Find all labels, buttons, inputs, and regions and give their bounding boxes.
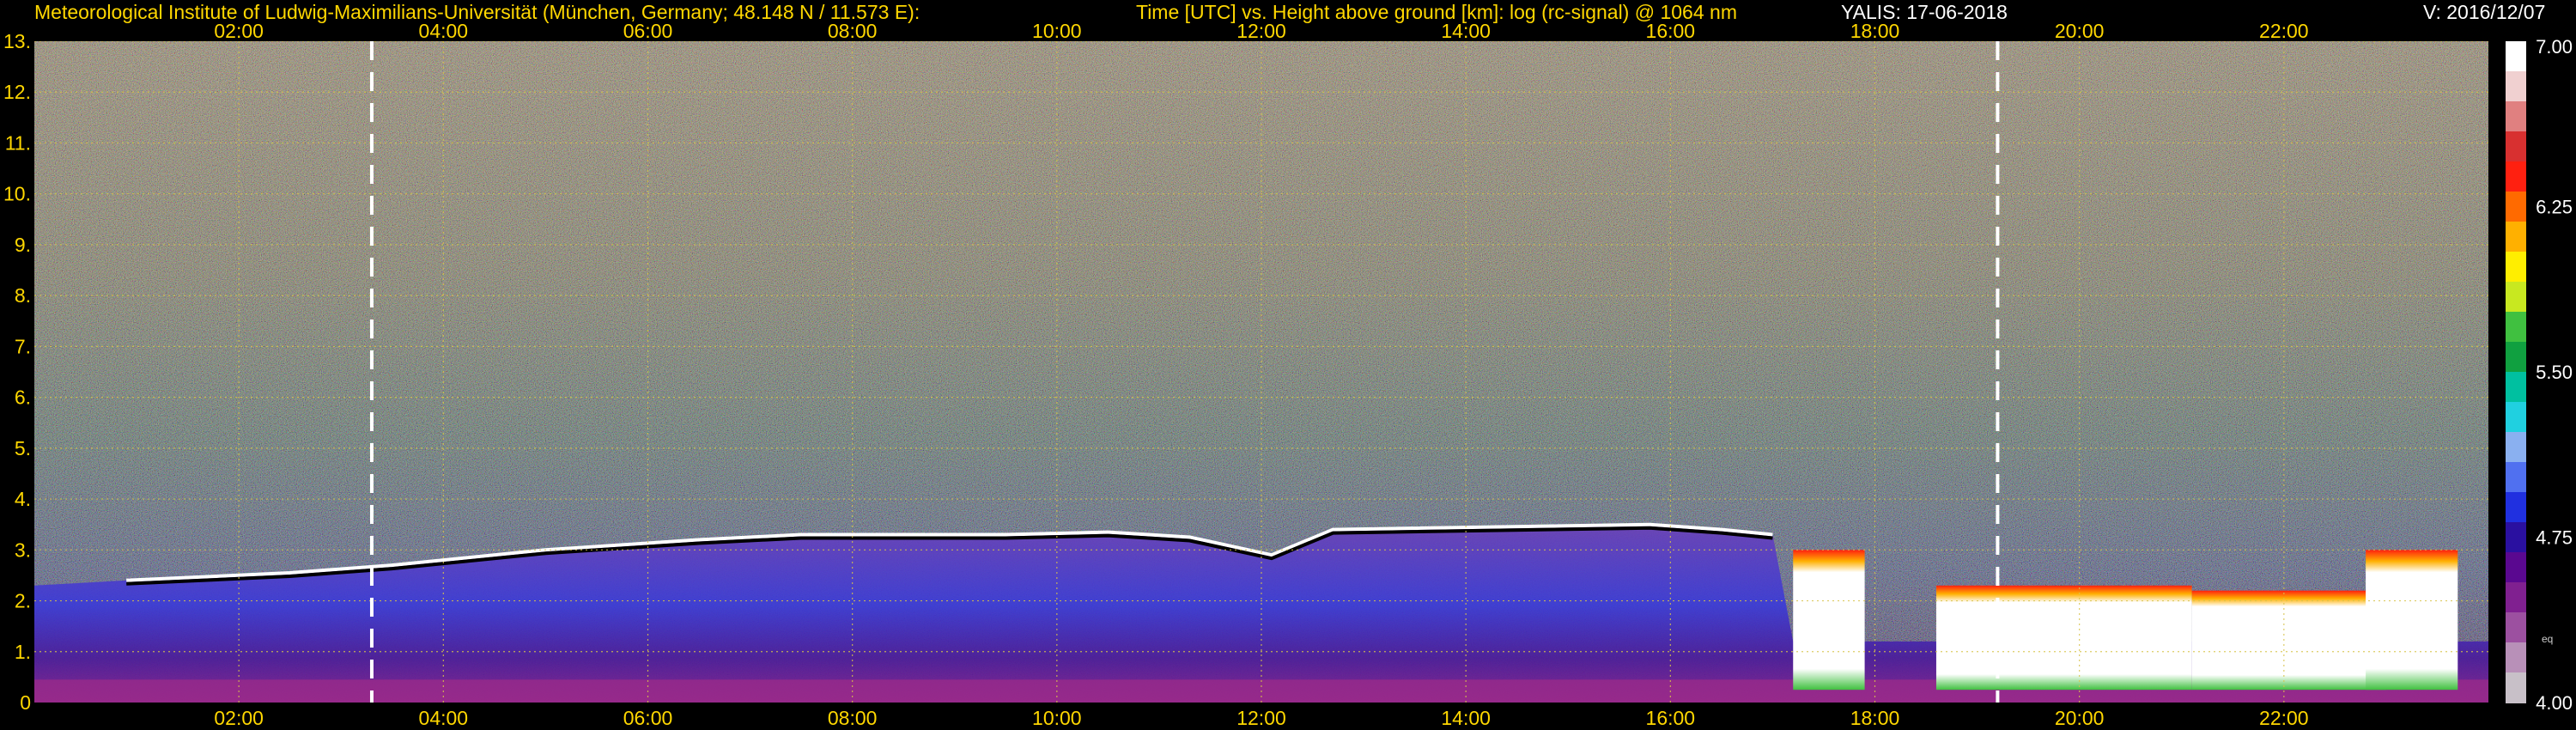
cloud-3 (2191, 590, 2386, 690)
y-tick-label: 8. (15, 284, 31, 307)
y-tick-label: 3. (15, 538, 31, 561)
colorbar-segment (2506, 192, 2526, 222)
x-tick-label-bottom: 10:00 (1032, 707, 1082, 729)
cloud-2 (1935, 585, 2192, 690)
x-tick-label-top: 20:00 (2055, 20, 2105, 42)
y-tick-label: 13. (3, 30, 31, 52)
colorbar: 7.00 6.25 5.50 4.75 4.00 eq (2506, 36, 2573, 714)
colorbar-segment (2506, 41, 2526, 72)
x-tick-label-top: 10:00 (1032, 20, 1082, 42)
x-tick-label-bottom: 04:00 (419, 707, 469, 729)
y-tick-label: 9. (15, 234, 31, 256)
colorbar-segment (2506, 642, 2526, 673)
colorbar-segment (2506, 282, 2526, 313)
x-tick-label-bottom: 20:00 (2055, 707, 2105, 729)
x-tick-label-bottom: 16:00 (1646, 707, 1696, 729)
y-tick-label: 7. (15, 335, 31, 357)
colorbar-segment (2506, 612, 2526, 643)
y-axis-ticks: 0 1. 2. 3. 4. 5. 6. 7. 8. 9. 10. 11. 12. 13. (3, 30, 31, 714)
colorbar-segment (2506, 101, 2526, 132)
colorbar-segment (2506, 71, 2526, 102)
colorbar-segment (2506, 402, 2526, 433)
colorbar-tick-label: 4.00 (2536, 692, 2573, 714)
header-station-date: YALIS: 17-06-2018 (1841, 1, 2008, 23)
colorbar-segment (2506, 582, 2526, 613)
colorbar-segment (2506, 522, 2526, 553)
y-tick-label: 2. (15, 590, 31, 612)
colorbar-segment (2506, 552, 2526, 583)
header-institute: Meteorological Institute of Ludwig-Maxim… (34, 1, 920, 23)
y-tick-label: 4. (15, 488, 31, 510)
plot-area (34, 41, 2488, 703)
colorbar-segment (2506, 161, 2526, 192)
colorbar-segment (2506, 672, 2526, 703)
y-tick-label: 11. (5, 131, 31, 154)
colorbar-segment (2506, 432, 2526, 463)
colorbar-segment (2506, 131, 2526, 162)
cloud-4 (2366, 550, 2458, 690)
x-tick-label-bottom: 14:00 (1441, 707, 1491, 729)
x-tick-label-bottom: 18:00 (1850, 707, 1900, 729)
x-tick-label-bottom: 22:00 (2259, 707, 2309, 729)
colorbar-segment (2506, 222, 2526, 252)
y-tick-label: 1. (15, 641, 31, 663)
colorbar-tick-label: 4.75 (2536, 527, 2573, 549)
cloud-1 (1793, 550, 1865, 690)
x-tick-label-bottom: 08:00 (828, 707, 878, 729)
colorbar-segment (2506, 252, 2526, 283)
y-tick-label: 6. (15, 386, 31, 409)
lidar-backscatter-chart: 01.2.3.4.5.6.7.8.9.10.11.12.13. 02:0002:… (3, 20, 2573, 729)
y-tick-label: 10. (3, 183, 31, 205)
colorbar-segment (2506, 372, 2526, 403)
y-tick-label: 5. (15, 437, 31, 459)
colorbar-tick-label: 6.25 (2536, 197, 2573, 218)
x-tick-label-bottom: 06:00 (623, 707, 673, 729)
colorbar-small-label: eq (2542, 633, 2553, 645)
y-tick-label: 12. (3, 81, 31, 103)
colorbar-tick-label: 7.00 (2536, 36, 2573, 58)
colorbar-segment (2506, 312, 2526, 343)
x-tick-label-top: 22:00 (2259, 20, 2309, 42)
x-tick-label-bottom: 02:00 (214, 707, 264, 729)
colorbar-tick-label: 5.50 (2536, 362, 2573, 383)
y-tick-label: 0 (20, 691, 31, 714)
colorbar-segment (2506, 462, 2526, 493)
x-tick-label-bottom: 12:00 (1236, 707, 1286, 729)
header-axes-title: Time [UTC] vs. Height above ground [km]:… (1136, 1, 1737, 23)
colorbar-segment (2506, 342, 2526, 373)
header-version: V: 2016/12/07 (2423, 1, 2546, 23)
colorbar-segment (2506, 492, 2526, 523)
